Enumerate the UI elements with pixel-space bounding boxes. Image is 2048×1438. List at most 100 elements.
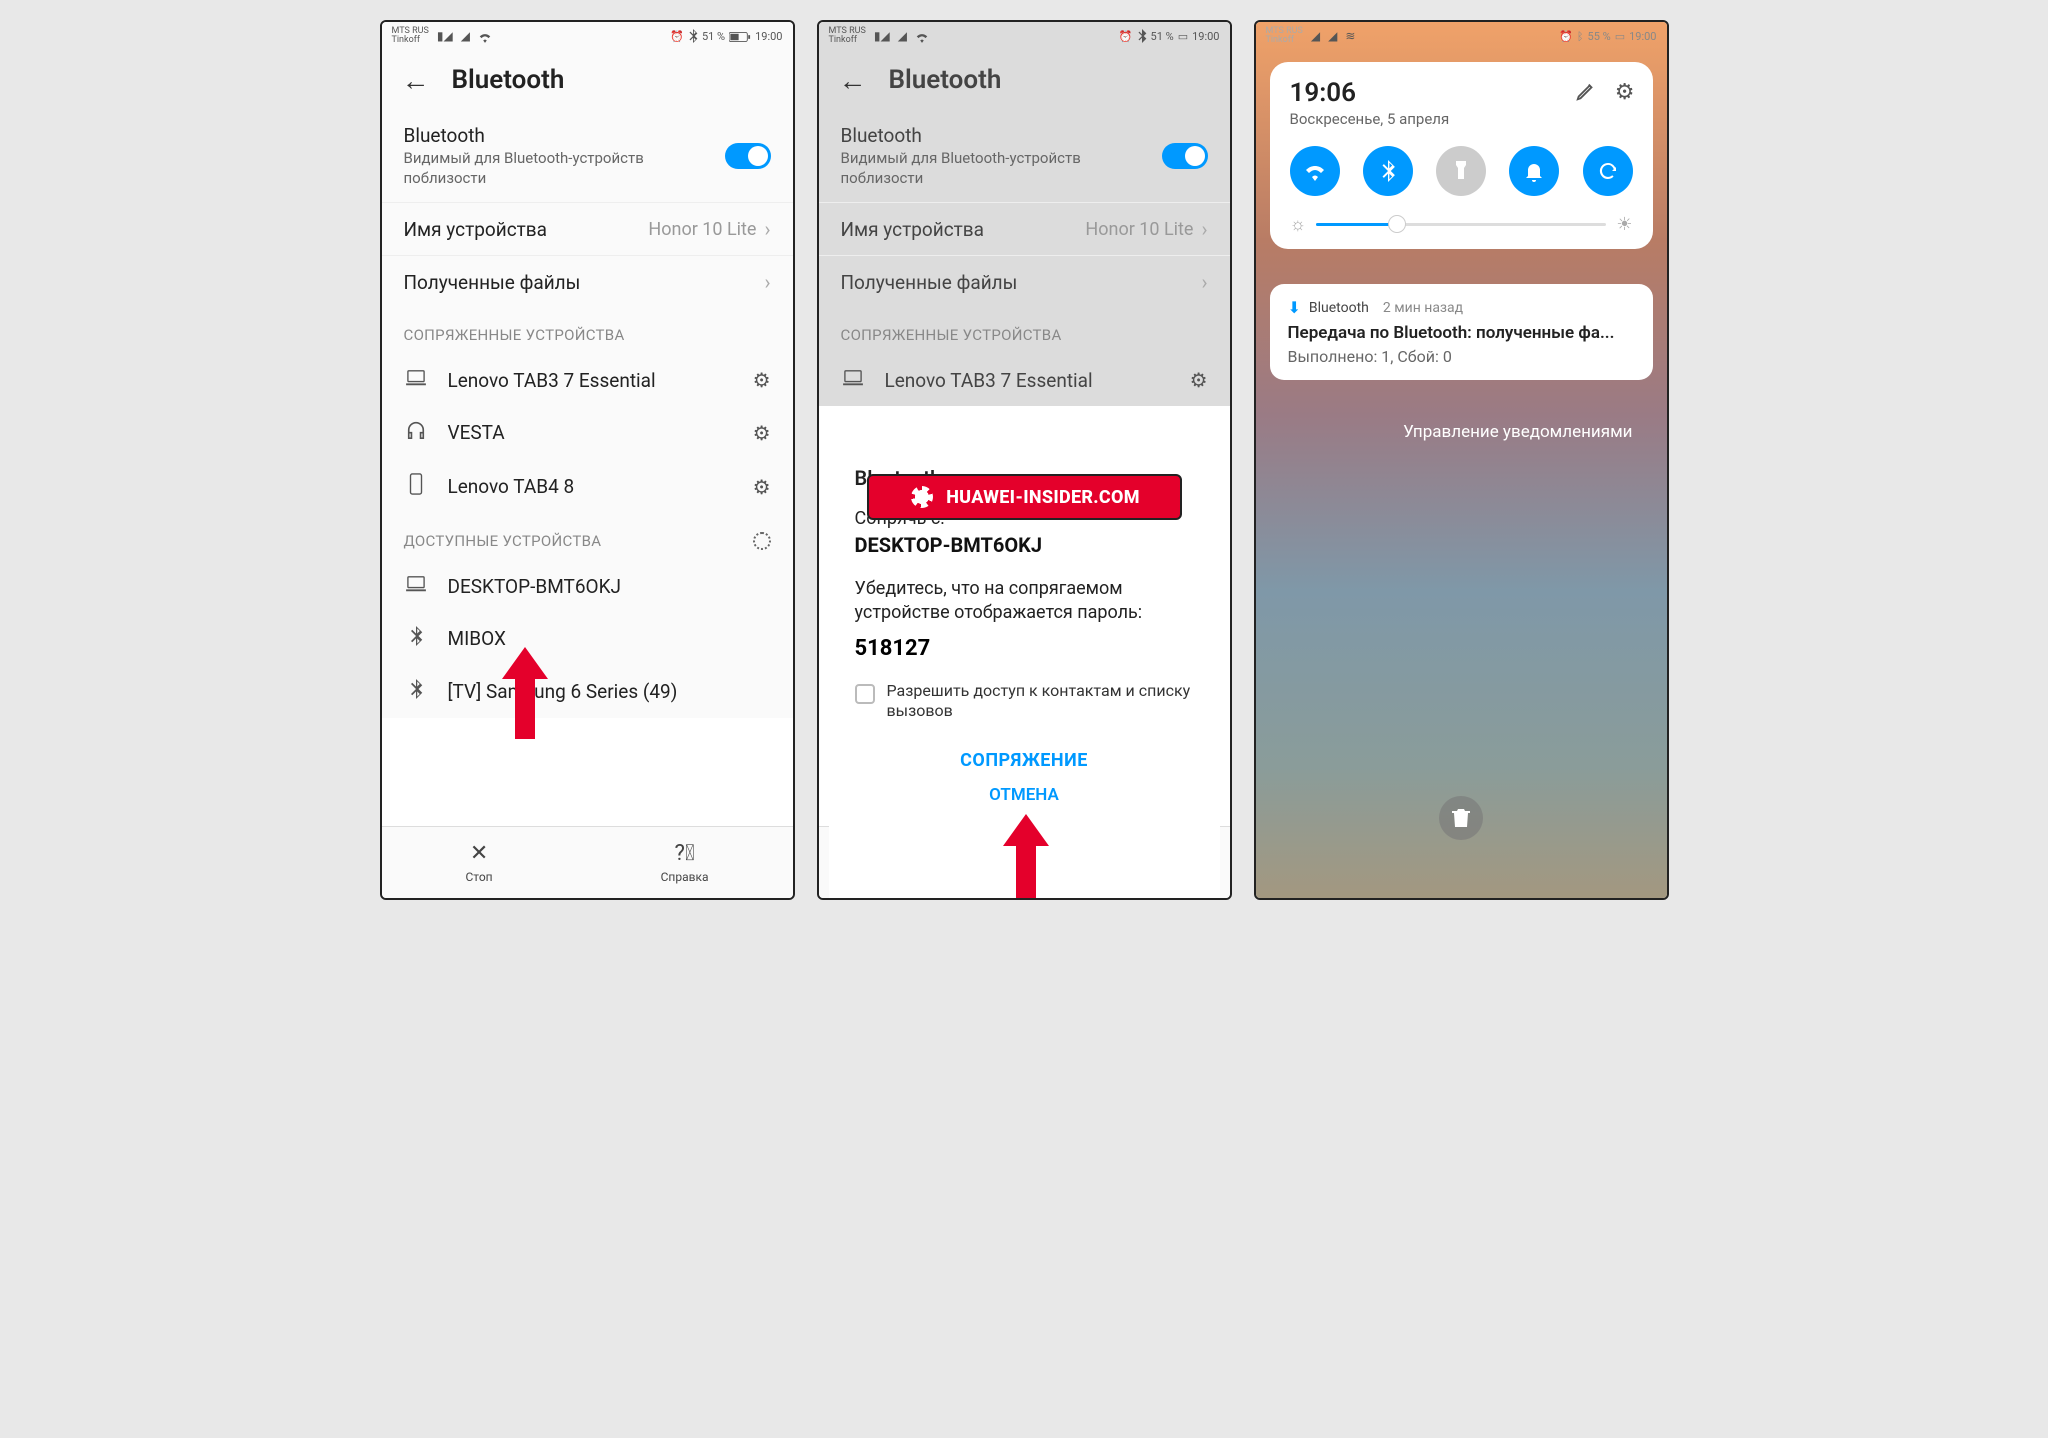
device-name-row[interactable]: Имя устройства Honor 10 Lite › bbox=[382, 202, 793, 255]
bluetooth-icon bbox=[688, 29, 698, 43]
qs-rotate[interactable] bbox=[1583, 146, 1633, 196]
wifi-icon bbox=[915, 29, 929, 43]
signal-icon: ▮◢ bbox=[437, 29, 453, 43]
battery-label: 51 % bbox=[702, 30, 725, 43]
slider-thumb[interactable] bbox=[1388, 215, 1406, 233]
available-device-row[interactable]: MIBOX bbox=[382, 612, 793, 665]
status-bar: MTS RUS Tinkoff ◢ ◢ ≋ ⏰ ᛒ 55 % ▭ 19:00 bbox=[1256, 22, 1667, 50]
bluetooth-icon: ᛒ bbox=[1577, 30, 1584, 43]
page-title: Bluetooth bbox=[452, 65, 565, 95]
paired-device-row[interactable]: Lenovo TAB4 8 ⚙ bbox=[382, 459, 793, 514]
bluetooth-label: Bluetooth bbox=[404, 124, 684, 147]
sun-dim-icon: ☼ bbox=[1290, 214, 1307, 235]
qs-bluetooth[interactable] bbox=[1363, 146, 1413, 196]
signal-icon: ◢ bbox=[1328, 29, 1337, 43]
huawei-logo-icon bbox=[908, 483, 936, 511]
chevron-right-icon: › bbox=[1201, 217, 1207, 241]
available-devices-header: ДОСТУПНЫЕ УСТРОЙСТВА bbox=[382, 514, 793, 560]
chevron-right-icon: › bbox=[764, 217, 770, 241]
section-label: СОПРЯЖЕННЫЕ УСТРОЙСТВА bbox=[404, 326, 625, 344]
button-label: Стоп bbox=[466, 870, 493, 884]
cancel-button[interactable]: ОТМЕНА bbox=[855, 785, 1194, 805]
headphones-icon bbox=[404, 420, 428, 445]
bluetooth-toggle[interactable] bbox=[725, 143, 771, 169]
bluetooth-sublabel: Видимый для Bluetooth-устройств поблизос… bbox=[404, 149, 684, 188]
device-name-value: Honor 10 Lite bbox=[648, 219, 756, 240]
qs-notifications[interactable] bbox=[1509, 146, 1559, 196]
section-label: ДОСТУПНЫЕ УСТРОЙСТВА bbox=[404, 532, 602, 550]
notification-time: 2 мин назад bbox=[1383, 300, 1463, 316]
signal-icon: ◢ bbox=[898, 29, 907, 43]
laptop-icon bbox=[841, 368, 865, 392]
alarm-icon: ⏰ bbox=[670, 30, 684, 43]
status-bar: MTS RUS Tinkoff ▮◢ ◢ ⏰ 51 % 19:00 bbox=[382, 22, 793, 50]
help-button[interactable]: ?⃝ Справка bbox=[661, 841, 709, 884]
pair-target-name: DESKTOP-BMT6OKJ bbox=[855, 533, 1194, 557]
paired-devices-header: СОПРЯЖЕННЫЕ УСТРОЙСТВА bbox=[382, 308, 793, 354]
device-name-value: Honor 10 Lite bbox=[1085, 219, 1193, 240]
device-label: MIBOX bbox=[448, 627, 771, 650]
button-label: Справка bbox=[661, 870, 709, 884]
qs-flashlight[interactable] bbox=[1436, 146, 1486, 196]
phone-screenshot-3: MTS RUS Tinkoff ◢ ◢ ≋ ⏰ ᛒ 55 % ▭ 19:00 1… bbox=[1254, 20, 1669, 900]
received-files-row: Полученные файлы › bbox=[819, 255, 1230, 308]
carrier-label: Tinkoff bbox=[392, 36, 429, 45]
notification-title: Передача по Bluetooth: полученные фа... bbox=[1288, 323, 1635, 343]
bluetooth-icon bbox=[1137, 29, 1147, 43]
paired-devices-header: СОПРЯЖЕННЫЕ УСТРОЙСТВА bbox=[819, 308, 1230, 354]
gear-icon[interactable]: ⚙ bbox=[753, 475, 771, 499]
time-label: 19:00 bbox=[1192, 30, 1219, 43]
received-files-label: Полученные файлы bbox=[841, 271, 1018, 294]
bluetooth-toggle-row[interactable]: Bluetooth Видимый для Bluetooth-устройст… bbox=[382, 110, 793, 202]
available-device-row[interactable]: [TV] Samsung 6 Series (49) bbox=[382, 665, 793, 718]
highlight-arrow-icon bbox=[1003, 814, 1049, 900]
device-label: Lenovo TAB3 7 Essential bbox=[885, 369, 1170, 392]
shade-date: Воскресенье, 5 апреля bbox=[1290, 110, 1633, 128]
pair-code: 518127 bbox=[855, 636, 1194, 661]
alarm-icon: ⏰ bbox=[1119, 30, 1133, 43]
laptop-icon bbox=[404, 574, 428, 598]
back-arrow-icon[interactable]: ← bbox=[839, 64, 867, 97]
alarm-icon: ⏰ bbox=[1559, 30, 1573, 43]
signal-icon: ▮◢ bbox=[874, 29, 890, 43]
pair-button[interactable]: СОПРЯЖЕНИЕ bbox=[855, 750, 1194, 771]
loading-spinner-icon bbox=[753, 532, 771, 550]
bluetooth-toggle bbox=[1162, 143, 1208, 169]
paired-device-row[interactable]: Lenovo TAB3 7 Essential ⚙ bbox=[382, 354, 793, 406]
stop-button[interactable]: ✕ Стоп bbox=[466, 841, 493, 884]
notification-card[interactable]: ⬇ Bluetooth 2 мин назад Передача по Blue… bbox=[1270, 284, 1653, 380]
section-label: СОПРЯЖЕННЫЕ УСТРОЙСТВА bbox=[841, 326, 1062, 344]
wifi-icon: ≋ bbox=[1345, 29, 1355, 43]
highlight-arrow-icon bbox=[502, 647, 548, 739]
device-label: VESTA bbox=[448, 421, 733, 444]
carrier-label: Tinkoff bbox=[829, 36, 866, 45]
status-bar: MTS RUS Tinkoff ▮◢ ◢ ⏰ 51 % ▭ 19:00 bbox=[819, 22, 1230, 50]
battery-icon bbox=[729, 29, 751, 42]
qs-wifi[interactable] bbox=[1290, 146, 1340, 196]
available-device-row[interactable]: DESKTOP-BMT6OKJ bbox=[382, 560, 793, 612]
chevron-right-icon: › bbox=[1201, 270, 1207, 294]
page-header: ← Bluetooth bbox=[819, 50, 1230, 110]
edit-icon[interactable] bbox=[1575, 80, 1597, 108]
device-name-label: Имя устройства bbox=[841, 218, 985, 241]
back-arrow-icon[interactable]: ← bbox=[402, 64, 430, 97]
manage-notifications-link[interactable]: Управление уведомлениями bbox=[1403, 422, 1632, 442]
received-files-row[interactable]: Полученные файлы › bbox=[382, 255, 793, 308]
checkbox[interactable] bbox=[855, 684, 875, 704]
laptop-icon bbox=[404, 368, 428, 392]
phone-icon bbox=[404, 473, 428, 500]
clear-all-button[interactable] bbox=[1439, 796, 1483, 840]
carrier-label: Tinkoff bbox=[1266, 36, 1303, 45]
battery-label: 51 % bbox=[1151, 30, 1174, 43]
battery-icon: ▭ bbox=[1615, 30, 1625, 43]
bluetooth-icon bbox=[404, 626, 428, 651]
brightness-slider[interactable]: ☼ ☀ bbox=[1290, 214, 1633, 235]
close-icon: ✕ bbox=[466, 841, 493, 866]
gear-icon[interactable]: ⚙ bbox=[1615, 80, 1635, 108]
phone-screenshot-1: MTS RUS Tinkoff ▮◢ ◢ ⏰ 51 % 19:00 bbox=[380, 20, 795, 900]
paired-device-row[interactable]: VESTA ⚙ bbox=[382, 406, 793, 459]
device-label: DESKTOP-BMT6OKJ bbox=[448, 575, 771, 598]
gear-icon[interactable]: ⚙ bbox=[753, 421, 771, 445]
gear-icon[interactable]: ⚙ bbox=[753, 368, 771, 392]
allow-contacts-row[interactable]: Разрешить доступ к контактам и списку вы… bbox=[855, 681, 1194, 723]
